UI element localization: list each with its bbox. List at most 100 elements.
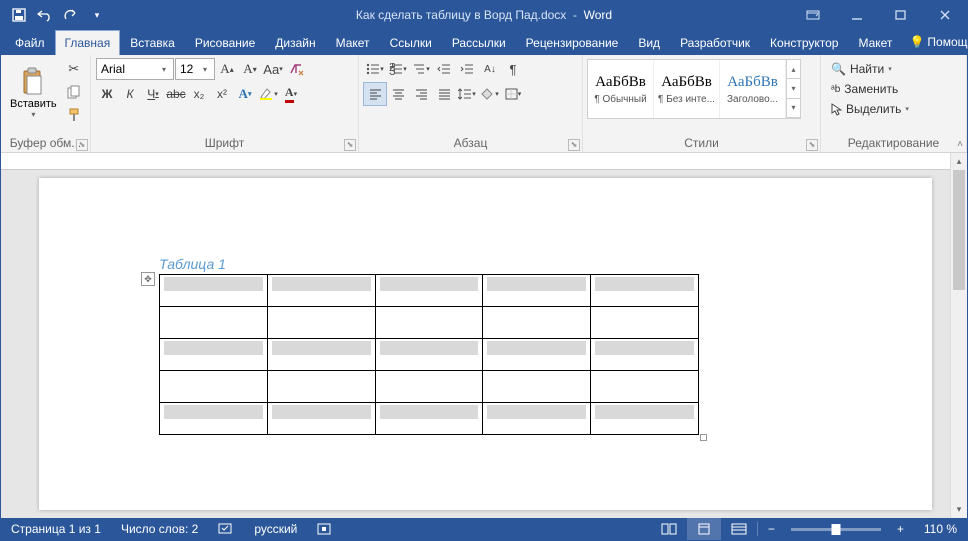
status-macro-icon[interactable] xyxy=(307,518,341,540)
italic-button[interactable]: К xyxy=(119,83,141,105)
subscript-button[interactable]: x₂ xyxy=(188,83,210,105)
grow-font-icon[interactable]: A▴ xyxy=(216,58,238,80)
para-launcher-icon[interactable]: ⬊ xyxy=(568,139,580,151)
horizontal-ruler[interactable] xyxy=(1,153,950,170)
table-resize-handle-icon[interactable] xyxy=(700,434,707,441)
tab-design[interactable]: Дизайн xyxy=(265,30,325,55)
table-cell[interactable] xyxy=(483,371,591,403)
table-cell[interactable] xyxy=(375,339,483,371)
scroll-thumb[interactable] xyxy=(953,170,965,290)
format-painter-icon[interactable] xyxy=(63,104,85,126)
table-cell[interactable] xyxy=(483,339,591,371)
line-spacing-icon[interactable]: ▾ xyxy=(456,83,478,105)
collapse-ribbon-icon[interactable]: ˄ xyxy=(957,139,963,150)
select-button[interactable]: Выделить▾ xyxy=(826,100,914,118)
table-cell[interactable] xyxy=(160,275,268,307)
status-spellcheck-icon[interactable] xyxy=(208,518,244,540)
align-right-icon[interactable] xyxy=(410,83,432,105)
bold-button[interactable]: Ж xyxy=(96,83,118,105)
table-cell[interactable] xyxy=(267,371,375,403)
view-print-icon[interactable] xyxy=(687,518,721,540)
underline-button[interactable]: Ч▾ xyxy=(142,83,164,105)
tab-review[interactable]: Рецензирование xyxy=(516,30,629,55)
justify-icon[interactable] xyxy=(433,83,455,105)
multilevel-icon[interactable]: ▾ xyxy=(410,58,432,80)
close-icon[interactable] xyxy=(923,1,967,29)
table-cell[interactable] xyxy=(375,371,483,403)
table-cell[interactable] xyxy=(267,307,375,339)
indent-icon[interactable] xyxy=(456,58,478,80)
numbering-icon[interactable]: 123▾ xyxy=(387,58,409,80)
tab-layout[interactable]: Макет xyxy=(326,30,380,55)
maximize-icon[interactable] xyxy=(879,1,923,29)
table-cell[interactable] xyxy=(591,371,699,403)
strike-button[interactable]: abc xyxy=(165,83,187,105)
tab-file[interactable]: Файл xyxy=(5,30,55,55)
table-move-handle-icon[interactable]: ✥ xyxy=(141,272,155,286)
status-page[interactable]: Страница 1 из 1 xyxy=(1,518,111,540)
superscript-button[interactable]: x² xyxy=(211,83,233,105)
scroll-up-icon[interactable]: ▴ xyxy=(951,153,967,170)
table-cell[interactable] xyxy=(591,275,699,307)
table-cell[interactable] xyxy=(483,275,591,307)
qat-customize-icon[interactable]: ▾ xyxy=(85,3,109,27)
status-language[interactable]: русский xyxy=(244,518,307,540)
clipboard-launcher-icon[interactable]: ⬊ xyxy=(76,139,88,151)
outdent-icon[interactable] xyxy=(433,58,455,80)
tab-view[interactable]: Вид xyxy=(628,30,670,55)
table-cell[interactable] xyxy=(160,339,268,371)
table-caption[interactable]: Таблица 1 xyxy=(159,256,892,272)
status-words[interactable]: Число слов: 2 xyxy=(111,518,208,540)
view-read-icon[interactable] xyxy=(651,518,687,540)
gallery-up-icon[interactable]: ▴ xyxy=(787,60,800,79)
style-no-spacing[interactable]: АаБбВв¶ Без инте... xyxy=(654,60,720,118)
font-name-combo[interactable]: Arial▾ xyxy=(96,58,174,80)
tab-developer[interactable]: Разработчик xyxy=(670,30,760,55)
zoom-out-button[interactable]: − xyxy=(758,518,785,540)
cut-icon[interactable]: ✂ xyxy=(63,58,85,80)
align-center-icon[interactable] xyxy=(387,83,409,105)
table-cell[interactable] xyxy=(591,307,699,339)
table-cell[interactable] xyxy=(160,403,268,435)
table-cell[interactable] xyxy=(591,339,699,371)
table-cell[interactable] xyxy=(375,307,483,339)
style-heading[interactable]: АаБбВвЗаголово... xyxy=(720,60,786,118)
table-cell[interactable] xyxy=(267,275,375,307)
font-launcher-icon[interactable]: ⬊ xyxy=(344,139,356,151)
font-color-icon[interactable]: A▾ xyxy=(280,83,302,105)
table-cell[interactable] xyxy=(267,403,375,435)
document-table[interactable] xyxy=(159,274,699,435)
replace-button[interactable]: ᵃbЗаменить xyxy=(826,80,914,98)
borders-icon[interactable]: ▾ xyxy=(502,83,524,105)
style-normal[interactable]: АаБбВв¶ Обычный xyxy=(588,60,654,118)
vertical-scrollbar[interactable]: ▴ ▾ xyxy=(950,153,967,518)
paste-button[interactable]: Вставить ▾ xyxy=(6,58,61,126)
zoom-slider[interactable] xyxy=(791,528,881,531)
tab-table-design[interactable]: Конструктор xyxy=(760,30,848,55)
minimize-icon[interactable] xyxy=(835,1,879,29)
gallery-down-icon[interactable]: ▾ xyxy=(787,79,800,98)
gallery-more-icon[interactable]: ▾ xyxy=(787,99,800,118)
table-cell[interactable] xyxy=(375,403,483,435)
highlight-icon[interactable]: ▾ xyxy=(257,83,279,105)
shading-icon[interactable]: ▾ xyxy=(479,83,501,105)
table-cell[interactable] xyxy=(160,371,268,403)
clear-format-icon[interactable] xyxy=(285,58,307,80)
bullets-icon[interactable]: ▾ xyxy=(364,58,386,80)
font-size-combo[interactable]: 12▾ xyxy=(175,58,215,80)
styles-launcher-icon[interactable]: ⬊ xyxy=(806,139,818,151)
tab-home[interactable]: Главная xyxy=(55,30,121,55)
tab-draw[interactable]: Рисование xyxy=(185,30,265,55)
tab-table-layout[interactable]: Макет xyxy=(848,30,902,55)
tell-me-button[interactable]: 💡Помощн xyxy=(902,30,968,54)
tab-references[interactable]: Ссылки xyxy=(380,30,442,55)
undo-icon[interactable] xyxy=(33,3,57,27)
find-button[interactable]: 🔍Найти▾ xyxy=(826,60,914,78)
change-case-icon[interactable]: Aa▾ xyxy=(262,58,284,80)
zoom-slider-thumb[interactable] xyxy=(831,524,840,535)
save-icon[interactable] xyxy=(7,3,31,27)
document-page[interactable]: Таблица 1 ✥ xyxy=(39,178,932,510)
table-cell[interactable] xyxy=(267,339,375,371)
tab-insert[interactable]: Вставка xyxy=(120,30,185,55)
table-cell[interactable] xyxy=(375,275,483,307)
